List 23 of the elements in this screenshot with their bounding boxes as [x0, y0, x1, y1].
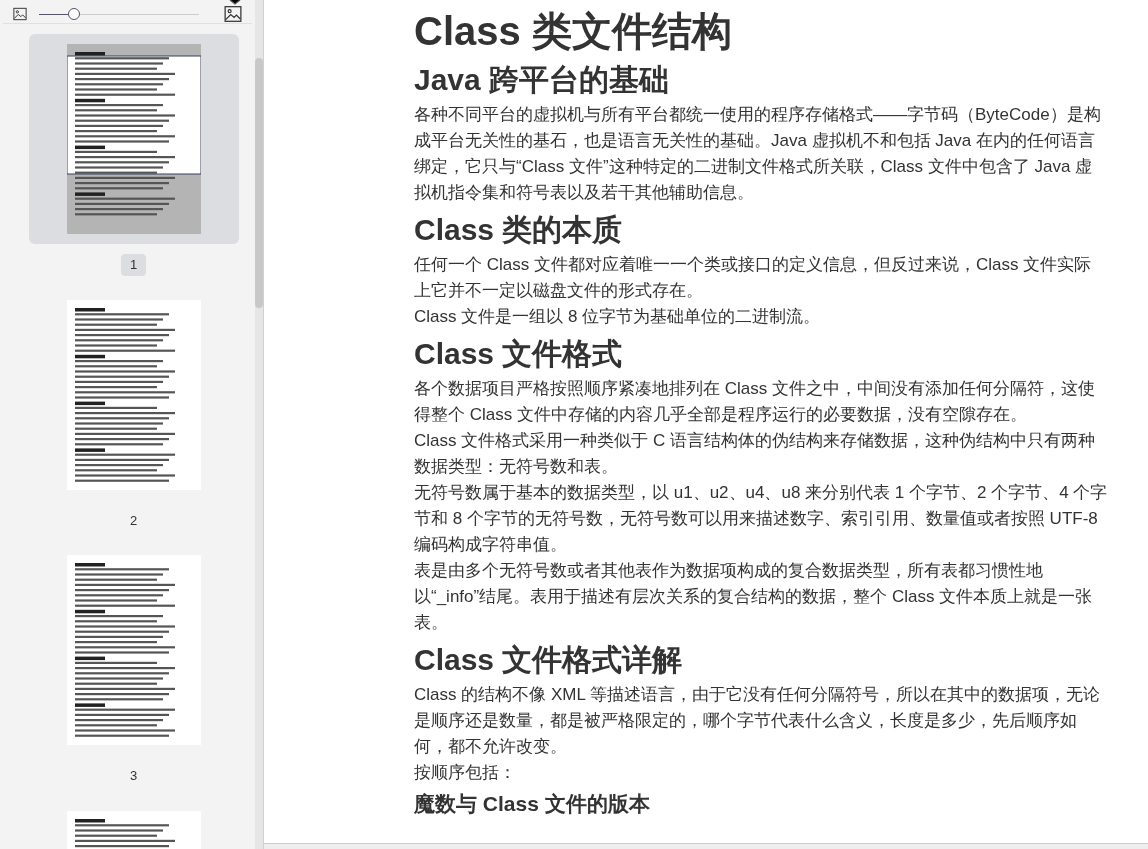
body-paragraph: 任何一个 Class 文件都对应着唯一一个类或接口的定义信息，但反过来说，Class 文件实际上它并不一定以磁盘文件的形式存在。: [414, 254, 1093, 302]
body-paragraph: Class 文件格式采用一种类似于 C 语言结构体的伪结构来存储数据，这种伪结构中只有两种数据类型：无符号数和表。: [414, 430, 1096, 478]
body-paragraph: Class 的结构不像 XML 等描述语言，由于它没有任何分隔符号，所以在其中的数据项，无论是顺序还是数量，都是被严格限定的，哪个字节代表什么含义，长度是多少，先后顺序如何，都不允许改变。: [414, 684, 1101, 758]
body-paragraph: 各种不同平台的虚拟机与所有平台都统一使用的程序存储格式——字节码（ByteCode）是构成平台无关性的基石，也是语言无关性的基础。Java 虚拟机不和包括 Java 在内的任何语言绑定，它只与“Class 文件”这种特定的二进制文件格式所关联，Class 文件中包含了 Java 虚拟机指令集和符号表以及若干其他辅助信息。: [414, 104, 1102, 204]
section-heading: Java 跨平台的基础: [414, 62, 671, 98]
body-paragraph: 无符号数属于基本的数据类型，以 u1、u2、u4、u8 来分别代表 1 个字节、2 个字节、4 个字节和 8 个字节的无符号数，无符号数可以用来描述数字、索引引用、数量值或者按照 UTF-8 编码构成字符串值。: [414, 482, 1108, 556]
body-paragraph: 按顺序包括：: [414, 762, 517, 784]
body-paragraph: 表是由多个无符号数或者其他表作为数据项构成的复合数据类型，所有表都习惯性地以“_info”结尾。表用于描述有层次关系的复合结构的数据，整个 Class 文件本质上就是一张表。: [414, 560, 1094, 634]
section-heading: Class 文件格式: [414, 336, 624, 372]
body-paragraph: 各个数据项目严格按照顺序紧凑地排列在 Class 文件之中，中间没有添加任何分隔符，这使得整个 Class 文件中存储的内容几乎全部是程序运行的必要数据，没有空隙存在。: [414, 378, 1096, 426]
image-icon[interactable]: [224, 5, 242, 23]
subsection-heading: 魔数与 Class 文件的版本: [414, 791, 651, 817]
page-number: 2: [128, 511, 139, 530]
section-heading: Class 文件格式详解: [414, 642, 684, 678]
page-number: 3: [128, 767, 139, 785]
page-thumbnail[interactable]: [28, 34, 239, 244]
document-title: Class 类文件结构: [414, 8, 733, 55]
page-number: 1: [120, 254, 147, 276]
zoom-slider[interactable]: [39, 7, 199, 21]
section-heading: Class 类的本质: [414, 212, 624, 248]
scrollbar[interactable]: [255, 0, 263, 849]
image-icon[interactable]: [13, 7, 27, 21]
body-paragraph: Class 文件是一组以 8 位字节为基础单位的二进制流。: [414, 306, 822, 328]
